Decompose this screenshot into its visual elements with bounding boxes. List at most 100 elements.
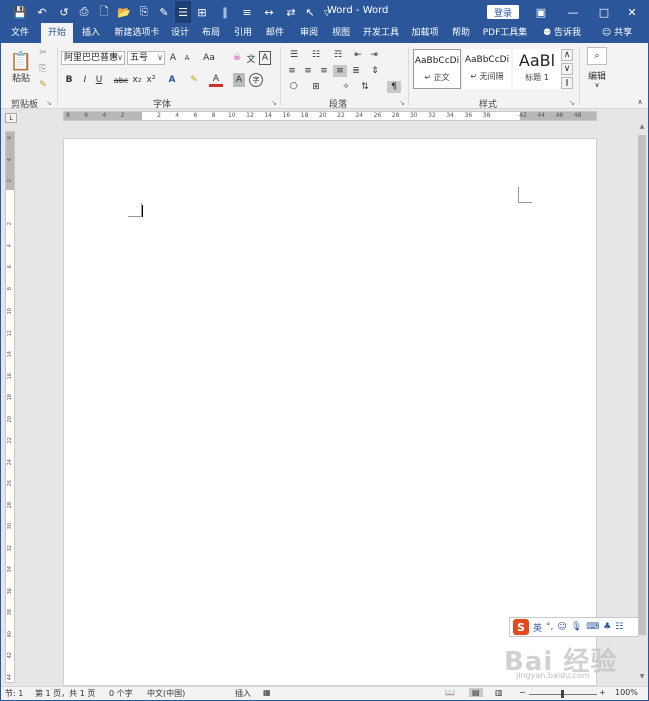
select-icon[interactable]: ↖	[303, 1, 317, 23]
read-mode-view-icon[interactable]: 📖	[445, 688, 455, 697]
superscript-button[interactable]: x²	[145, 73, 157, 87]
styles-scroll-down-icon[interactable]: ∨	[561, 63, 573, 75]
section-indicator[interactable]: 节: 1	[5, 688, 23, 699]
emoji-icon[interactable]: ☺	[557, 622, 566, 632]
styles-launcher-icon[interactable]: ↘	[569, 99, 575, 107]
styles-more-icon[interactable]: ⫾	[561, 77, 573, 89]
vertical-ruler[interactable]: 6 4 2 2 4 6 8 10 12 14 16 18 20 22 24 26 28 30 32 34 36 38 40 4…	[5, 131, 15, 683]
new-doc-icon[interactable]: 🗋	[95, 1, 113, 23]
text-effects-icon[interactable]: A	[165, 73, 179, 87]
insert-mode[interactable]: 插入	[235, 688, 251, 699]
paste-button[interactable]: 粘贴	[9, 71, 33, 84]
phonetic-guide-icon[interactable]: 文	[245, 51, 257, 65]
editing-dropdown-icon[interactable]: ∨	[591, 81, 603, 89]
tab-new-tab[interactable]: 新建选项卡	[111, 23, 163, 43]
tab-home[interactable]: 开始	[41, 23, 73, 43]
zoom-level[interactable]: 100%	[615, 688, 638, 697]
toolbox-icon[interactable]: ☷	[615, 622, 623, 632]
search-icon[interactable]: ⌕	[587, 47, 607, 65]
ime-language[interactable]: 英	[533, 621, 542, 634]
strikethrough-button[interactable]: abc	[113, 73, 129, 87]
zoom-in-icon[interactable]: +	[599, 688, 606, 697]
ime-punct[interactable]: °,	[546, 622, 553, 632]
horizontal-ruler[interactable]: 8 6 4 2 2 4 6 8 10 12 14 16 18 20 22 24 26 28 30 32 34 36 38 42…	[63, 111, 597, 121]
tab-selector[interactable]: L	[5, 113, 17, 123]
borders-icon[interactable]: ⊞	[307, 81, 325, 93]
subscript-button[interactable]: x₂	[131, 73, 143, 87]
web-layout-view-icon[interactable]: ▥	[495, 688, 503, 697]
increase-indent-icon[interactable]: ⇥	[367, 49, 381, 61]
font-color-button[interactable]: A	[209, 73, 223, 87]
scroll-thumb[interactable]	[638, 135, 646, 635]
change-case-button[interactable]: Aa	[199, 51, 219, 65]
bold-button[interactable]: B	[63, 73, 75, 87]
font-size-select[interactable]: 五号 ∨	[127, 51, 165, 65]
tab-mailings[interactable]: 邮件	[261, 23, 289, 43]
style-normal[interactable]: AaBbCcDi ↵ 正文	[413, 49, 461, 89]
chinese-layout-icon[interactable]: ✧	[337, 81, 355, 93]
highlight-icon[interactable]: ✎	[187, 73, 201, 87]
ribbon-display-icon[interactable]: ▣	[525, 1, 557, 23]
clear-formatting-icon[interactable]: ☠	[231, 51, 243, 65]
skin-icon[interactable]: ♣	[603, 622, 611, 632]
tab-addins[interactable]: 加载项	[407, 23, 443, 43]
tab-insert[interactable]: 插入	[77, 23, 105, 43]
styles-scroll-up-icon[interactable]: ∧	[561, 49, 573, 61]
print-preview-icon[interactable]: ⎙	[75, 1, 93, 23]
align-left-icon[interactable]: ≡	[285, 65, 299, 77]
tab-references[interactable]: 引用	[229, 23, 257, 43]
collapse-ribbon-icon[interactable]: ∧	[635, 97, 645, 107]
editing-button[interactable]: 编辑	[583, 69, 611, 82]
voice-icon[interactable]: 🎙	[571, 622, 582, 632]
share-button[interactable]: ☺ 共享	[597, 23, 637, 43]
table-icon[interactable]: ⊞	[193, 1, 211, 23]
decrease-indent-icon[interactable]: ⇤	[351, 49, 365, 61]
redo-icon[interactable]: ↺	[55, 1, 73, 23]
tab-view[interactable]: 视图	[327, 23, 355, 43]
login-button[interactable]: 登录	[487, 5, 519, 19]
customize-quick-access-icon[interactable]: ⇄	[283, 1, 299, 23]
shading-icon[interactable]: ⭔	[285, 81, 303, 93]
tell-me-box[interactable]: ⚉ 告诉我	[537, 23, 587, 43]
print-layout-view-icon[interactable]: ▤	[469, 688, 483, 697]
line-spacing-icon[interactable]: ≡	[237, 1, 257, 23]
multilevel-list-icon[interactable]: ☶	[329, 49, 347, 61]
open-icon[interactable]: 📂	[115, 1, 133, 23]
shrink-font-button[interactable]: A	[181, 51, 193, 65]
tab-help[interactable]: 帮助	[447, 23, 475, 43]
clipboard-launcher-icon[interactable]: ↘	[46, 99, 52, 107]
keyboard-icon[interactable]: ⌨	[586, 622, 599, 632]
format-painter-icon[interactable]: ✎	[155, 1, 173, 23]
cut-icon[interactable]: ✂	[37, 47, 49, 59]
align-right-icon[interactable]: ≡	[317, 65, 331, 77]
save-icon[interactable]: 💾	[11, 1, 29, 23]
show-marks-icon[interactable]: ¶	[387, 81, 401, 93]
ime-toolbar[interactable]: S 英 °, ☺ 🎙 ⌨ ♣ ☷	[509, 617, 639, 637]
line-spacing-icon[interactable]: ⇕	[367, 65, 383, 77]
vertical-scrollbar[interactable]: ▲ ▼	[636, 123, 648, 685]
close-icon[interactable]: ✕	[616, 1, 648, 23]
minimize-icon[interactable]: —	[557, 1, 589, 23]
read-mode-icon[interactable]: ☰	[175, 1, 191, 23]
document-page[interactable]	[63, 138, 597, 686]
scroll-up-icon[interactable]: ▲	[636, 123, 648, 133]
sort-icon[interactable]: ⇅	[359, 81, 371, 93]
find-replace-icon[interactable]: ↔	[259, 1, 279, 23]
underline-button[interactable]: U	[93, 73, 105, 87]
enclose-char-button[interactable]: 字	[249, 73, 263, 87]
page-indicator[interactable]: 第 1 页，共 1 页	[35, 688, 95, 699]
macro-icon[interactable]: ▦	[263, 688, 271, 697]
font-name-select[interactable]: 阿里巴巴普惠 ∨	[61, 51, 125, 65]
scroll-down-icon[interactable]: ▼	[636, 673, 648, 683]
distributed-icon[interactable]: ≣	[349, 65, 363, 77]
sogou-logo-icon[interactable]: S	[513, 619, 529, 635]
format-painter-icon[interactable]: ✎	[37, 79, 49, 91]
justify-icon[interactable]: ≡	[333, 65, 347, 77]
zoom-slider-thumb[interactable]	[561, 690, 564, 698]
style-heading-1[interactable]: AaBl 标题 1	[513, 49, 561, 89]
tab-developer[interactable]: 开发工具	[359, 23, 403, 43]
paste-special-icon[interactable]: ⎘	[135, 1, 153, 23]
grow-font-button[interactable]: A	[167, 51, 179, 65]
tab-review[interactable]: 审阅	[295, 23, 323, 43]
language-indicator[interactable]: 中文(中国)	[147, 688, 185, 699]
